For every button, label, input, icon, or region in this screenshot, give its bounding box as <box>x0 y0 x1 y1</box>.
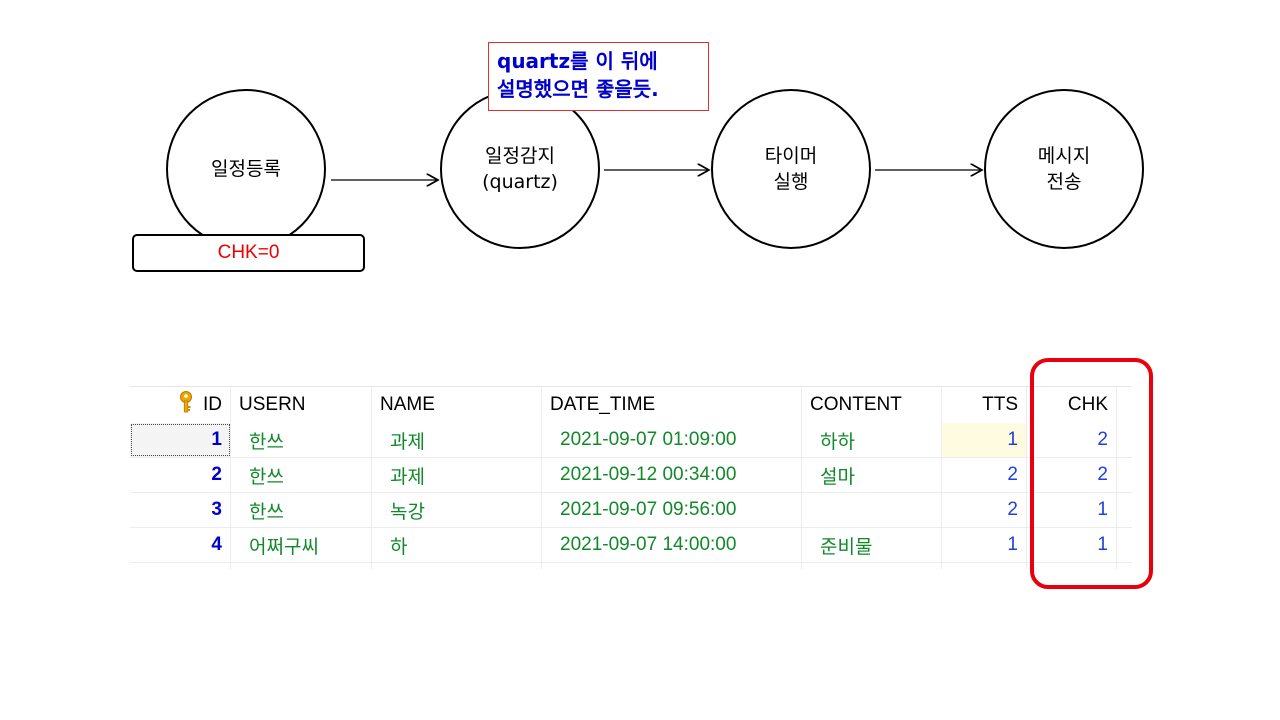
flow-node-send-message: 메시지 전송 <box>984 89 1144 249</box>
flow-node-schedule-register: 일정등록 <box>166 89 326 249</box>
flow-node-label: 일정등록 <box>211 158 281 180</box>
flow-node-label: 메시지 전송 <box>1037 145 1091 193</box>
flow-node-label: 타이머 실행 <box>764 145 818 193</box>
chk-column-highlight <box>1030 358 1153 589</box>
flow-node-timer-run: 타이머 실행 <box>711 89 871 249</box>
flow-node-schedule-detect: 일정감지 (quartz) <box>440 89 600 249</box>
flow-node-label: 일정감지 (quartz) <box>482 145 558 193</box>
chk-status-box: CHK=0 <box>132 234 365 272</box>
annotation-note: quartz를 이 뒤에 설명했으면 좋을듯. <box>488 42 709 111</box>
